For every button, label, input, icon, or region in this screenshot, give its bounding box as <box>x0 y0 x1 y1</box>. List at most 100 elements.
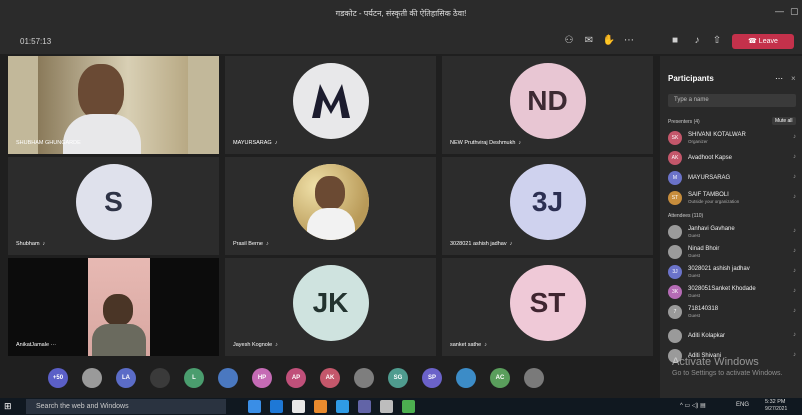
mic-off-icon: ♪ <box>793 332 796 338</box>
video-tile[interactable]: SHUBHAM GHUNGARDE <box>8 56 219 154</box>
overflow-count-chip[interactable]: +50 <box>48 368 68 388</box>
participant-row[interactable]: Aditi Kolapkar ♪ <box>668 327 796 345</box>
mic-off-icon: ♪ <box>793 268 796 274</box>
video-tile[interactable]: ND NEW Pruthviraj Deshmukh ♪ <box>442 56 653 154</box>
video-tile[interactable]: AnikatJamale ··· <box>8 258 219 356</box>
video-tile[interactable]: JK Jayesh Kognole ♪ <box>225 258 436 356</box>
participant-name: SAIF TAMBOLI <box>688 192 729 198</box>
mic-off-icon: ♪ <box>274 140 278 146</box>
participant-face <box>103 294 133 326</box>
mic-off-icon: ♪ <box>793 228 796 234</box>
participant-chip[interactable] <box>218 368 238 388</box>
mic-off-icon: ♪ <box>484 342 487 348</box>
avatar <box>292 164 369 240</box>
leave-button[interactable]: ☎ Leave <box>732 34 794 49</box>
clock-time[interactable]: 5:32 PM <box>765 399 785 405</box>
activation-watermark-subtext: Go to Settings to activate Windows. <box>672 370 783 377</box>
minimize-icon[interactable]: — <box>775 6 784 16</box>
mic-off-icon: ♪ <box>793 174 796 180</box>
participant-name: Ninad Bhoir <box>688 246 720 252</box>
participant-name: MAYURSARAG <box>688 175 731 181</box>
language-indicator[interactable]: ENG <box>736 402 749 408</box>
meeting-timer: 01:57:13 <box>20 37 52 46</box>
store-icon[interactable] <box>292 400 305 413</box>
participant-chip[interactable] <box>456 368 476 388</box>
more-options-icon[interactable]: ··· <box>51 342 57 348</box>
participant-chip[interactable]: SP <box>422 368 442 388</box>
participant-chip[interactable]: L <box>184 368 204 388</box>
mic-off-icon: ♪ <box>793 308 796 314</box>
video-tile[interactable]: Prasil Berne ♪ <box>225 157 436 255</box>
video-tile[interactable]: MAYURSARAG ♪ <box>225 56 436 154</box>
participant-chip[interactable]: SG <box>388 368 408 388</box>
raise-hand-icon[interactable]: ✋ <box>602 34 616 48</box>
firefox-icon[interactable] <box>314 400 327 413</box>
avatar <box>668 245 682 259</box>
participant-chip[interactable]: LA <box>116 368 136 388</box>
participant-row[interactable]: SK SHIVANI KOTALWAR Organizer ♪ <box>668 129 796 147</box>
avatar: ST <box>509 265 586 341</box>
participant-chip[interactable]: HP <box>252 368 272 388</box>
logo-icon <box>311 84 350 118</box>
avatar <box>292 63 369 139</box>
taskbar: ⊞ Search the web and Windows ^ ▭ ◁) ▤ EN… <box>0 398 802 415</box>
participant-row[interactable]: ST SAIF TAMBOLI Outside your organizatio… <box>668 189 796 207</box>
participant-search-input[interactable]: Type a name <box>668 94 796 107</box>
more-options-icon[interactable]: ⋯ <box>775 74 783 83</box>
avatar: JK <box>292 265 369 341</box>
close-icon[interactable]: × <box>791 74 796 83</box>
participant-chip[interactable]: AC <box>490 368 510 388</box>
windows-start-icon[interactable]: ⊞ <box>4 401 15 412</box>
participant-row[interactable]: Janhavi Gavhane Guest ♪ <box>668 223 796 241</box>
participants-icon[interactable]: ⚇ <box>562 34 576 48</box>
mute-all-button[interactable]: Mute all <box>772 117 796 125</box>
edge-browser-icon[interactable] <box>270 400 283 413</box>
teams-icon[interactable] <box>358 400 371 413</box>
chat-icon[interactable]: ✉ <box>582 34 596 48</box>
share-screen-icon[interactable]: ⇧ <box>710 34 724 48</box>
participant-chip[interactable] <box>150 368 170 388</box>
participant-chip[interactable] <box>354 368 374 388</box>
app-icon[interactable] <box>402 400 415 413</box>
mic-off-icon[interactable]: ♪ <box>690 34 704 48</box>
participant-chip[interactable]: AP <box>286 368 306 388</box>
participant-name: 3028051Sanket Khodade <box>688 286 756 292</box>
mic-off-icon: ♪ <box>793 248 796 254</box>
avatar: AK <box>668 151 682 165</box>
participant-chip[interactable] <box>82 368 102 388</box>
video-grid: SHUBHAM GHUNGARDE MAYURSARAG ♪ ND NEW Pru… <box>8 56 654 356</box>
taskbar-search-input[interactable]: Search the web and Windows <box>26 399 226 414</box>
participant-chip[interactable]: AK <box>320 368 340 388</box>
more-actions-icon[interactable]: ⋯ <box>622 34 636 48</box>
task-view-icon[interactable] <box>248 400 261 413</box>
participant-row[interactable]: M MAYURSARAG ♪ <box>668 169 796 187</box>
participant-chip[interactable] <box>524 368 544 388</box>
participant-row[interactable]: 3K 3028051Sanket Khodade Guest ♪ <box>668 283 796 301</box>
participant-row[interactable]: 7 718140318 Guest ♪ <box>668 303 796 321</box>
video-tile[interactable]: 3J 3028021 ashish jadhav ♪ <box>442 157 653 255</box>
tray-icons[interactable]: ^ ▭ ◁) ▤ <box>680 402 706 409</box>
mic-off-icon: ♪ <box>793 134 796 140</box>
leave-label: Leave <box>758 38 778 45</box>
camera-off-icon[interactable]: ■ <box>668 34 682 48</box>
participant-shirt <box>92 324 146 356</box>
participant-row[interactable]: 3J 3028021 ashish jadhav Guest ♪ <box>668 263 796 281</box>
participant-name: Avadhoot Kapse <box>688 155 732 161</box>
maximize-icon[interactable]: ▢ <box>790 6 799 17</box>
participant-face <box>78 64 124 120</box>
mic-off-icon: ♪ <box>509 241 513 247</box>
participant-face <box>314 176 345 210</box>
mic-off-icon: ♪ <box>518 140 522 146</box>
participant-shirt <box>306 208 355 240</box>
panel-title: Participants <box>668 74 714 83</box>
attendees-heading: Attendees (110) <box>668 213 704 219</box>
clock-date[interactable]: 9/27/2021 <box>765 406 787 412</box>
participant-name: Aditi Kolapkar <box>688 333 726 339</box>
video-tile[interactable]: S Shubham ♪ <box>8 157 219 255</box>
meeting-toolbar: 01:57:13 ⚇ ✉ ✋ ⋯ ■ ♪ ⇧ ☎ Leave <box>0 28 802 54</box>
chrome-icon[interactable] <box>336 400 349 413</box>
photos-icon[interactable] <box>380 400 393 413</box>
video-tile[interactable]: ST sanket sathe ♪ <box>442 258 653 356</box>
participant-row[interactable]: AK Avadhoot Kapse ♪ <box>668 149 796 167</box>
participant-row[interactable]: Ninad Bhoir Guest ♪ <box>668 243 796 261</box>
